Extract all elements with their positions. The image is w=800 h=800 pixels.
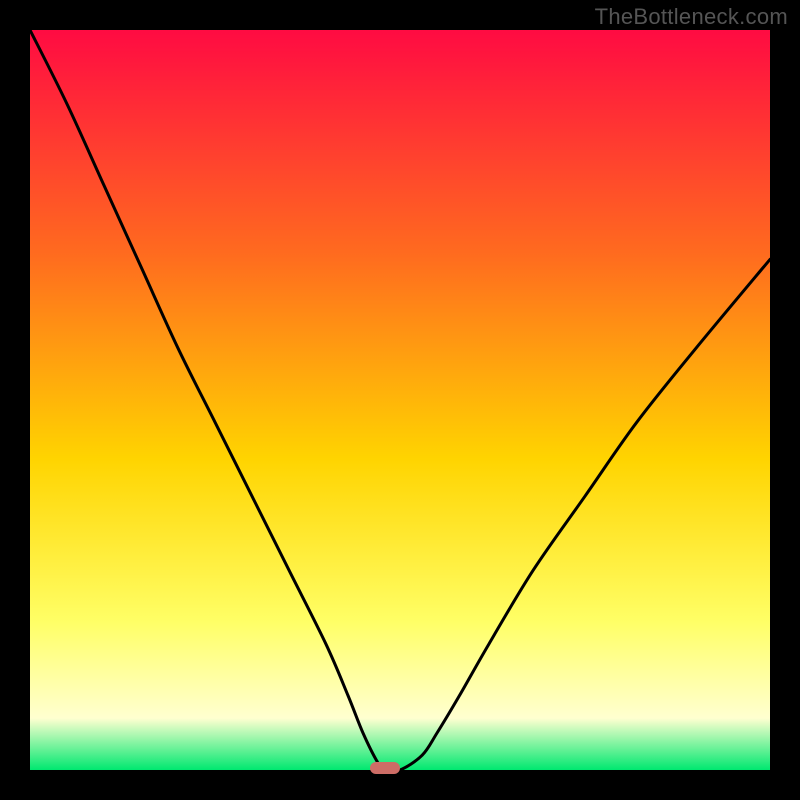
chart-frame: TheBottleneck.com: [0, 0, 800, 800]
gradient-background: [30, 30, 770, 770]
plot-area: [30, 30, 770, 770]
optimal-point-marker: [370, 762, 400, 774]
watermark-text: TheBottleneck.com: [595, 4, 788, 30]
bottleneck-chart: [30, 30, 770, 770]
